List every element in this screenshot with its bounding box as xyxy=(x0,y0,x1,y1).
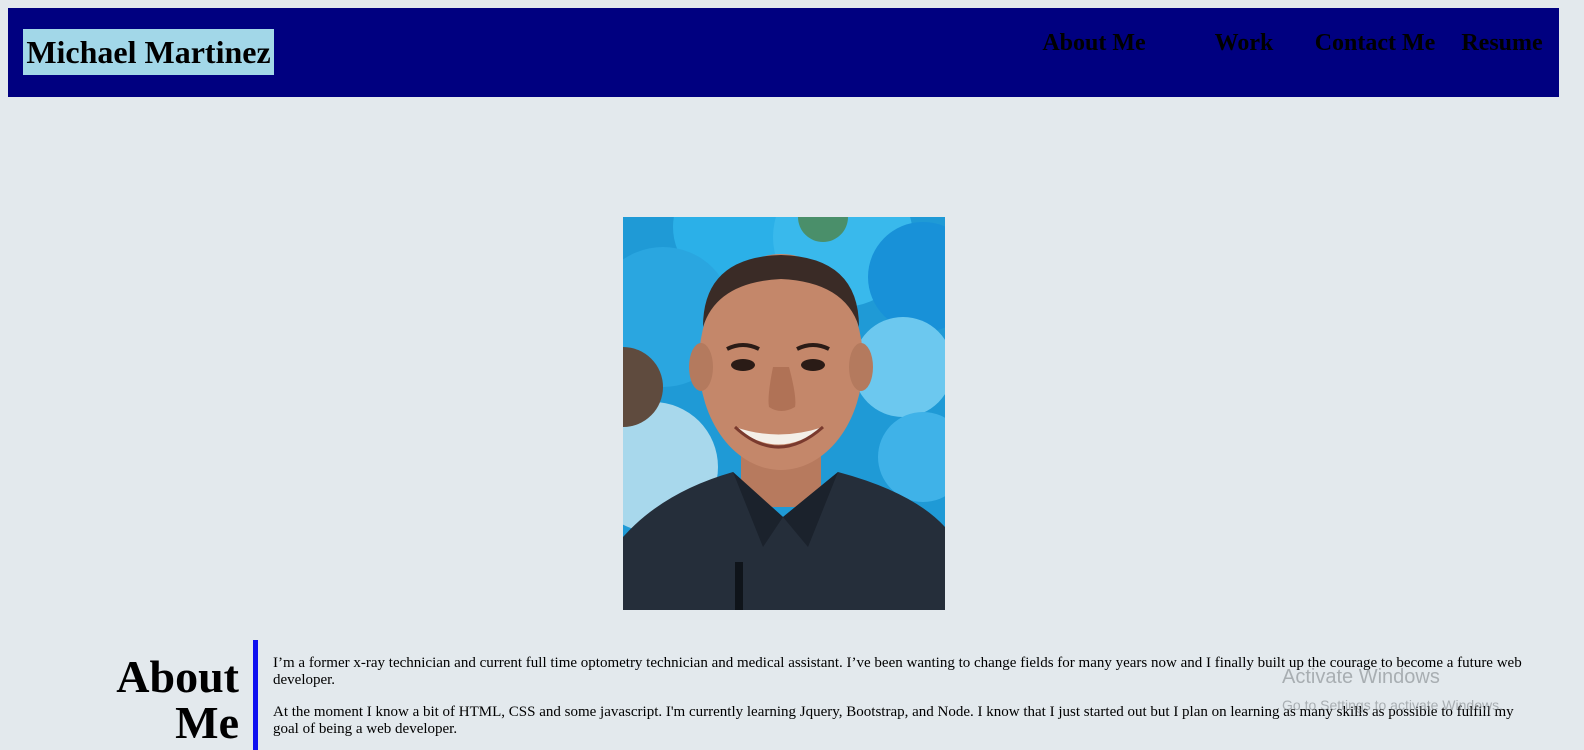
profile-photo-illustration xyxy=(623,217,945,610)
main-nav: About Me Work Contact Me Resume xyxy=(1019,26,1559,97)
about-me-heading: About Me xyxy=(116,651,239,748)
site-brand[interactable]: Michael Martinez xyxy=(23,29,274,75)
portfolio-page: Michael Martinez About Me Work Contact M… xyxy=(0,0,1584,750)
nav-link-about-me[interactable]: About Me xyxy=(1029,26,1159,60)
nav-link-resume[interactable]: Resume xyxy=(1437,26,1567,60)
windows-activation-watermark: Activate Windows Go to Settings to activ… xyxy=(1282,665,1503,715)
about-divider xyxy=(253,640,258,750)
nav-link-contact-me[interactable]: Contact Me xyxy=(1311,26,1439,60)
watermark-subtitle: Go to Settings to activate Windows. xyxy=(1282,697,1503,713)
nav-link-work[interactable]: Work xyxy=(1179,26,1309,60)
site-header: Michael Martinez About Me Work Contact M… xyxy=(8,8,1559,97)
profile-photo xyxy=(623,217,945,610)
watermark-title: Activate Windows xyxy=(1282,666,1440,688)
